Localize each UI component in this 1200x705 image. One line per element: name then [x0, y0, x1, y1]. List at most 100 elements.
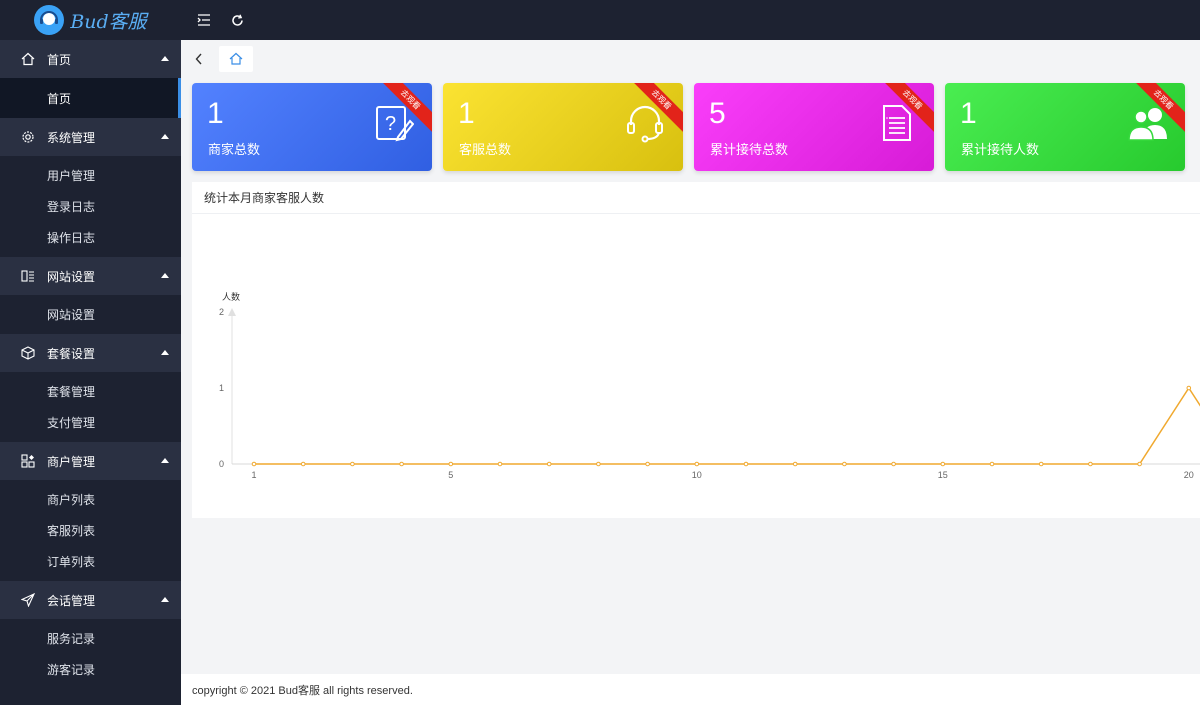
top-bar: [181, 0, 1200, 40]
stat-card-agents[interactable]: 1 客服总数 去观看: [443, 83, 683, 171]
sidebar-group-site: 网站设置 网站设置: [0, 257, 181, 334]
x-tick-label: 5: [448, 470, 453, 480]
sidebar-group-header-site[interactable]: 网站设置: [0, 257, 181, 295]
y-axis-arrow: [228, 308, 236, 316]
sidebar-item-operation-log[interactable]: 操作日志: [0, 222, 181, 253]
caret-up-icon: [161, 597, 169, 602]
data-point: [1038, 461, 1044, 467]
x-tick-label: 20: [1184, 470, 1194, 480]
sidebar-item-payment-management[interactable]: 支付管理: [0, 407, 181, 438]
data-point: [1137, 461, 1142, 467]
sidebar-item-login-log[interactable]: 登录日志: [0, 191, 181, 222]
tab-home[interactable]: [219, 45, 253, 72]
send-icon: [18, 590, 38, 610]
home-icon: [18, 49, 38, 69]
sidebar-group-label: 会话管理: [47, 593, 96, 608]
sidebar-item-order-list[interactable]: 订单列表: [0, 546, 181, 577]
footer: copyright © 2021 Bud客服 all rights reserv…: [181, 674, 1200, 705]
caret-up-icon: [161, 458, 169, 463]
x-tick-label: 10: [692, 470, 702, 480]
sidebar-item-user-management[interactable]: 用户管理: [0, 160, 181, 191]
caret-up-icon: [161, 350, 169, 355]
data-point: [596, 461, 601, 467]
data-point: [1186, 385, 1192, 391]
sidebar-item-site-settings[interactable]: 网站设置: [0, 299, 181, 330]
data-point: [497, 461, 503, 467]
stat-value: 1: [207, 97, 224, 130]
site-icon: [18, 266, 38, 286]
sidebar-item-service-records[interactable]: 服务记录: [0, 623, 181, 654]
stat-card-merchants[interactable]: 1 商家总数 ? 去观看: [192, 83, 432, 171]
gear-icon: [18, 127, 38, 147]
y-tick-label: 1: [219, 383, 224, 393]
collapse-menu-icon[interactable]: [194, 10, 214, 30]
document-list-icon: [876, 103, 916, 143]
y-axis-label: 人数: [222, 291, 240, 302]
data-point: [448, 461, 454, 467]
stat-cards: 1 商家总数 ? 去观看 1 客服总数 去观看 5 累计接待总数 去观看 1 累…: [192, 83, 1200, 171]
tab-bar: [181, 40, 1200, 77]
sidebar-group-header-merchant[interactable]: 商户管理: [0, 442, 181, 480]
y-tick-label: 2: [219, 307, 224, 317]
sidebar-group-label: 系统管理: [47, 130, 96, 145]
data-point: [940, 461, 946, 467]
data-point: [399, 461, 404, 467]
data-point: [792, 461, 798, 467]
sidebar-item-agent-list[interactable]: 客服列表: [0, 515, 181, 546]
sidebar-item-package-management[interactable]: 套餐管理: [0, 376, 181, 407]
refresh-icon[interactable]: [227, 10, 247, 30]
data-point: [989, 461, 995, 467]
sidebar-group-merchant: 商户管理 商户列表 客服列表 订单列表: [0, 442, 181, 581]
chart-title: 统计本月商家客服人数: [192, 182, 1200, 214]
caret-up-icon: [161, 134, 169, 139]
sidebar-group-label: 首页: [47, 52, 72, 67]
sidebar-group-session: 会话管理 服务记录 游客记录: [0, 581, 181, 689]
sidebar-group-system: 系统管理 用户管理 登录日志 操作日志: [0, 118, 181, 257]
svg-text:?: ?: [385, 113, 396, 135]
data-point: [251, 461, 257, 467]
sidebar-group-header-home[interactable]: 首页: [0, 40, 181, 78]
copyright-text: copyright © 2021 Bud客服 all rights reserv…: [192, 684, 413, 697]
stat-value: 1: [960, 97, 977, 130]
data-point: [694, 461, 700, 467]
home-icon: [229, 52, 243, 65]
headset-icon: [625, 103, 665, 143]
data-point: [300, 461, 306, 467]
data-point: [842, 461, 847, 467]
sidebar-item-merchant-list[interactable]: 商户列表: [0, 484, 181, 515]
apps-icon: [18, 451, 38, 471]
question-edit-icon: ?: [374, 103, 415, 143]
chart-panel: 统计本月商家客服人数 人数 0 1 2 1 5 10 15 20: [192, 182, 1200, 518]
stat-label: 商家总数: [208, 142, 261, 157]
sidebar-item-visitor-records[interactable]: 游客记录: [0, 654, 181, 685]
stat-label: 客服总数: [459, 142, 512, 157]
logo-mark-icon: [34, 5, 65, 35]
line-chart: 人数0121 5 10 15 20: [219, 291, 1200, 480]
data-point: [546, 461, 552, 467]
data-point: [1088, 461, 1093, 467]
sidebar-group-label: 套餐设置: [47, 346, 96, 361]
x-tick-label: 15: [938, 470, 948, 480]
chevron-left-icon[interactable]: [189, 49, 209, 69]
sidebar-item-home[interactable]: 首页: [0, 78, 181, 118]
stat-value: 5: [709, 97, 726, 130]
sidebar-group-header-package[interactable]: 套餐设置: [0, 334, 181, 372]
stat-label: 累计接待总数: [710, 142, 789, 157]
sidebar-group-header-system[interactable]: 系统管理: [0, 118, 181, 156]
stat-value: 1: [458, 97, 475, 130]
data-point: [350, 461, 355, 467]
sidebar-group-package: 套餐设置 套餐管理 支付管理: [0, 334, 181, 442]
caret-up-icon: [161, 273, 169, 278]
sidebar-group-home: 首页 首页: [0, 40, 181, 118]
caret-up-icon: [161, 56, 169, 61]
stat-label: 累计接待人数: [961, 142, 1040, 157]
sidebar-group-label: 商户管理: [47, 454, 96, 469]
data-point: [743, 461, 749, 467]
series-line: [254, 386, 1200, 465]
y-tick-label: 0: [219, 459, 224, 469]
brand-logo[interactable]: Bud客服: [0, 0, 181, 40]
stat-card-total-receptions[interactable]: 5 累计接待总数 去观看: [694, 83, 934, 171]
stat-card-total-visitors[interactable]: 1 累计接待人数 去观看: [945, 83, 1185, 171]
sidebar-group-header-session[interactable]: 会话管理: [0, 581, 181, 619]
data-point: [645, 461, 650, 467]
